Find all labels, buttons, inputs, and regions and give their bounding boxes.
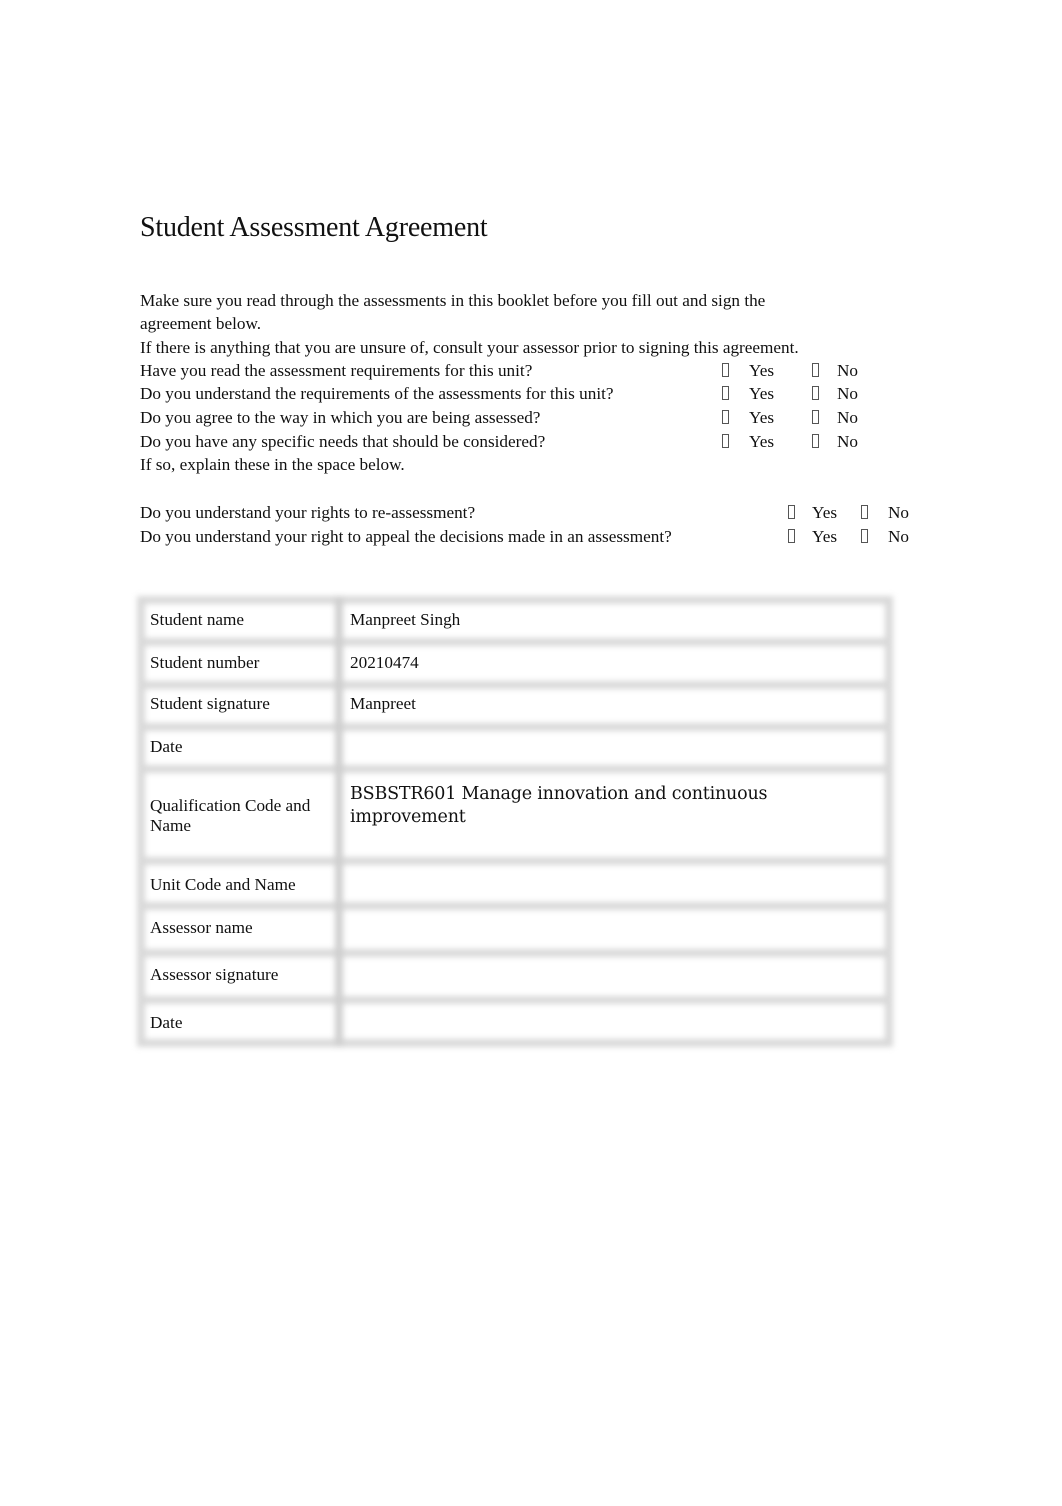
yes-checkbox[interactable] (722, 430, 729, 453)
no-checkbox[interactable] (812, 359, 819, 382)
student-number-field[interactable]: 20210474 (350, 653, 419, 673)
checkbox-icon (812, 362, 819, 377)
no-checkbox[interactable] (812, 430, 819, 453)
no-checkbox[interactable] (812, 406, 819, 429)
checkbox-icon (722, 433, 729, 448)
yes-checkbox[interactable] (722, 382, 729, 405)
checkbox-icon (812, 386, 819, 401)
student-name-field[interactable]: Manpreet Singh (350, 610, 460, 630)
explain-note: If so, explain these in the space below. (140, 455, 405, 475)
yes-label: Yes (749, 408, 775, 428)
student-signature-field[interactable]: Manpreet (350, 694, 416, 714)
question-row-agree-assessment: Do you agree to the way in which you are… (140, 406, 858, 430)
question-row-specific-needs: Do you have any specific needs that shou… (140, 430, 858, 454)
question-text: Do you have any specific needs that shou… (140, 431, 546, 451)
yes-label: Yes (812, 526, 838, 546)
row-label: Assessor name (150, 918, 253, 937)
qualification-field[interactable]: BSBSTR601 Manage innovation and continuo… (350, 783, 830, 829)
row-label: Student number (150, 653, 260, 672)
yes-checkbox[interactable] (722, 359, 729, 382)
question-text: Do you understand your rights to re-asse… (140, 503, 476, 522)
intro-line: If there is anything that you are unsure… (140, 337, 799, 357)
checkbox-icon (861, 505, 868, 519)
question-text: Do you understand your right to appeal t… (140, 526, 672, 546)
question-row-understand-requirements: Do you understand the requirements of th… (140, 382, 858, 406)
row-label: Student signature (150, 694, 270, 713)
yes-label: Yes (812, 503, 838, 522)
checkbox-icon (722, 410, 729, 425)
yes-checkbox[interactable] (722, 406, 729, 429)
yes-label: Yes (749, 384, 775, 404)
row-label: Unit Code and Name (150, 875, 296, 894)
question-row-reassessment: Do you understand your rights to re-asse… (140, 501, 920, 525)
checkbox-icon (722, 362, 729, 377)
no-checkbox[interactable] (812, 382, 819, 405)
checkbox-icon (861, 528, 868, 543)
no-label: No (837, 384, 859, 404)
no-label: No (837, 360, 859, 380)
instructions: Make sure you read through the assessmen… (140, 289, 858, 477)
row-label: Date (150, 1013, 183, 1032)
checkbox-icon (788, 505, 795, 519)
row-label: Assessor signature (150, 965, 279, 984)
no-label: No (888, 503, 910, 522)
checkbox-icon (722, 386, 729, 401)
details-table: Student name Manpreet Singh Student numb… (137, 596, 893, 1047)
intro-line: Make sure you read through the assessmen… (140, 291, 766, 310)
yes-label: Yes (749, 360, 775, 380)
yes-label: Yes (749, 431, 775, 451)
no-checkbox[interactable] (861, 525, 868, 549)
question-text: Do you understand the requirements of th… (140, 384, 614, 404)
no-label: No (837, 431, 859, 451)
intro-line: agreement below. (140, 314, 262, 334)
row-label: Qualification Code and Name (150, 796, 311, 835)
row-label: Date (150, 737, 183, 756)
row-label: Student name (150, 610, 245, 629)
question-text: Do you agree to the way in which you are… (140, 408, 541, 428)
no-checkbox[interactable] (861, 501, 868, 525)
question-row-read-requirements: Have you read the assessment requirement… (140, 359, 858, 383)
question-text: Have you read the assessment requirement… (140, 360, 533, 380)
page-title: Student Assessment Agreement (140, 212, 488, 243)
no-label: No (837, 408, 859, 428)
yes-checkbox[interactable] (788, 501, 795, 525)
no-label: No (888, 526, 910, 546)
question-row-appeal: Do you understand your right to appeal t… (140, 525, 920, 549)
checkbox-icon (812, 433, 819, 448)
checkbox-icon (788, 528, 795, 543)
rights-questions: Do you understand your rights to re-asse… (140, 501, 920, 548)
checkbox-icon (812, 410, 819, 425)
yes-checkbox[interactable] (788, 525, 795, 549)
